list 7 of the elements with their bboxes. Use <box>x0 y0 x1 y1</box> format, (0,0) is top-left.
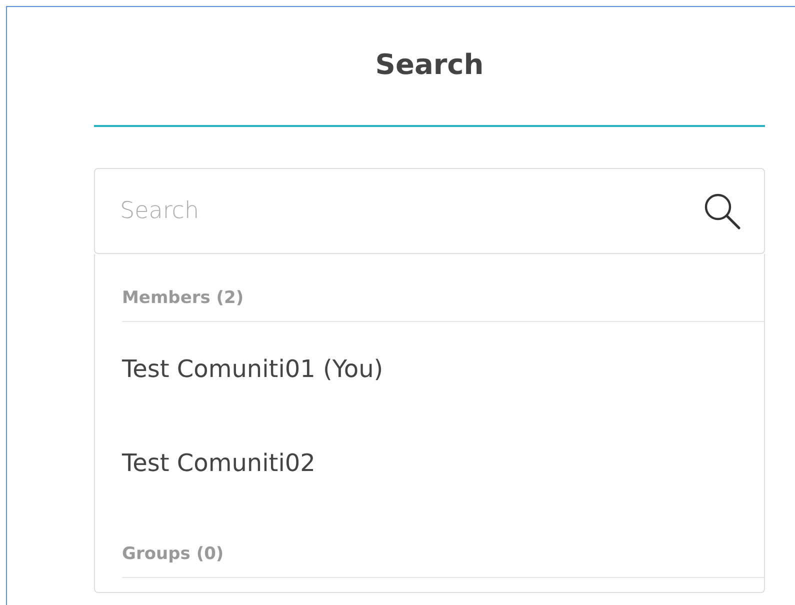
page-title: Search <box>374 47 485 83</box>
search-field[interactable]: Search <box>94 168 765 254</box>
search-icon[interactable] <box>703 192 741 230</box>
result-item[interactable]: Test Comuniti02 <box>122 416 764 510</box>
result-item[interactable]: Test Comuniti01 (You) <box>122 322 764 416</box>
section-heading: Members (2) <box>122 254 764 322</box>
section-heading: Groups (0) <box>122 510 764 578</box>
